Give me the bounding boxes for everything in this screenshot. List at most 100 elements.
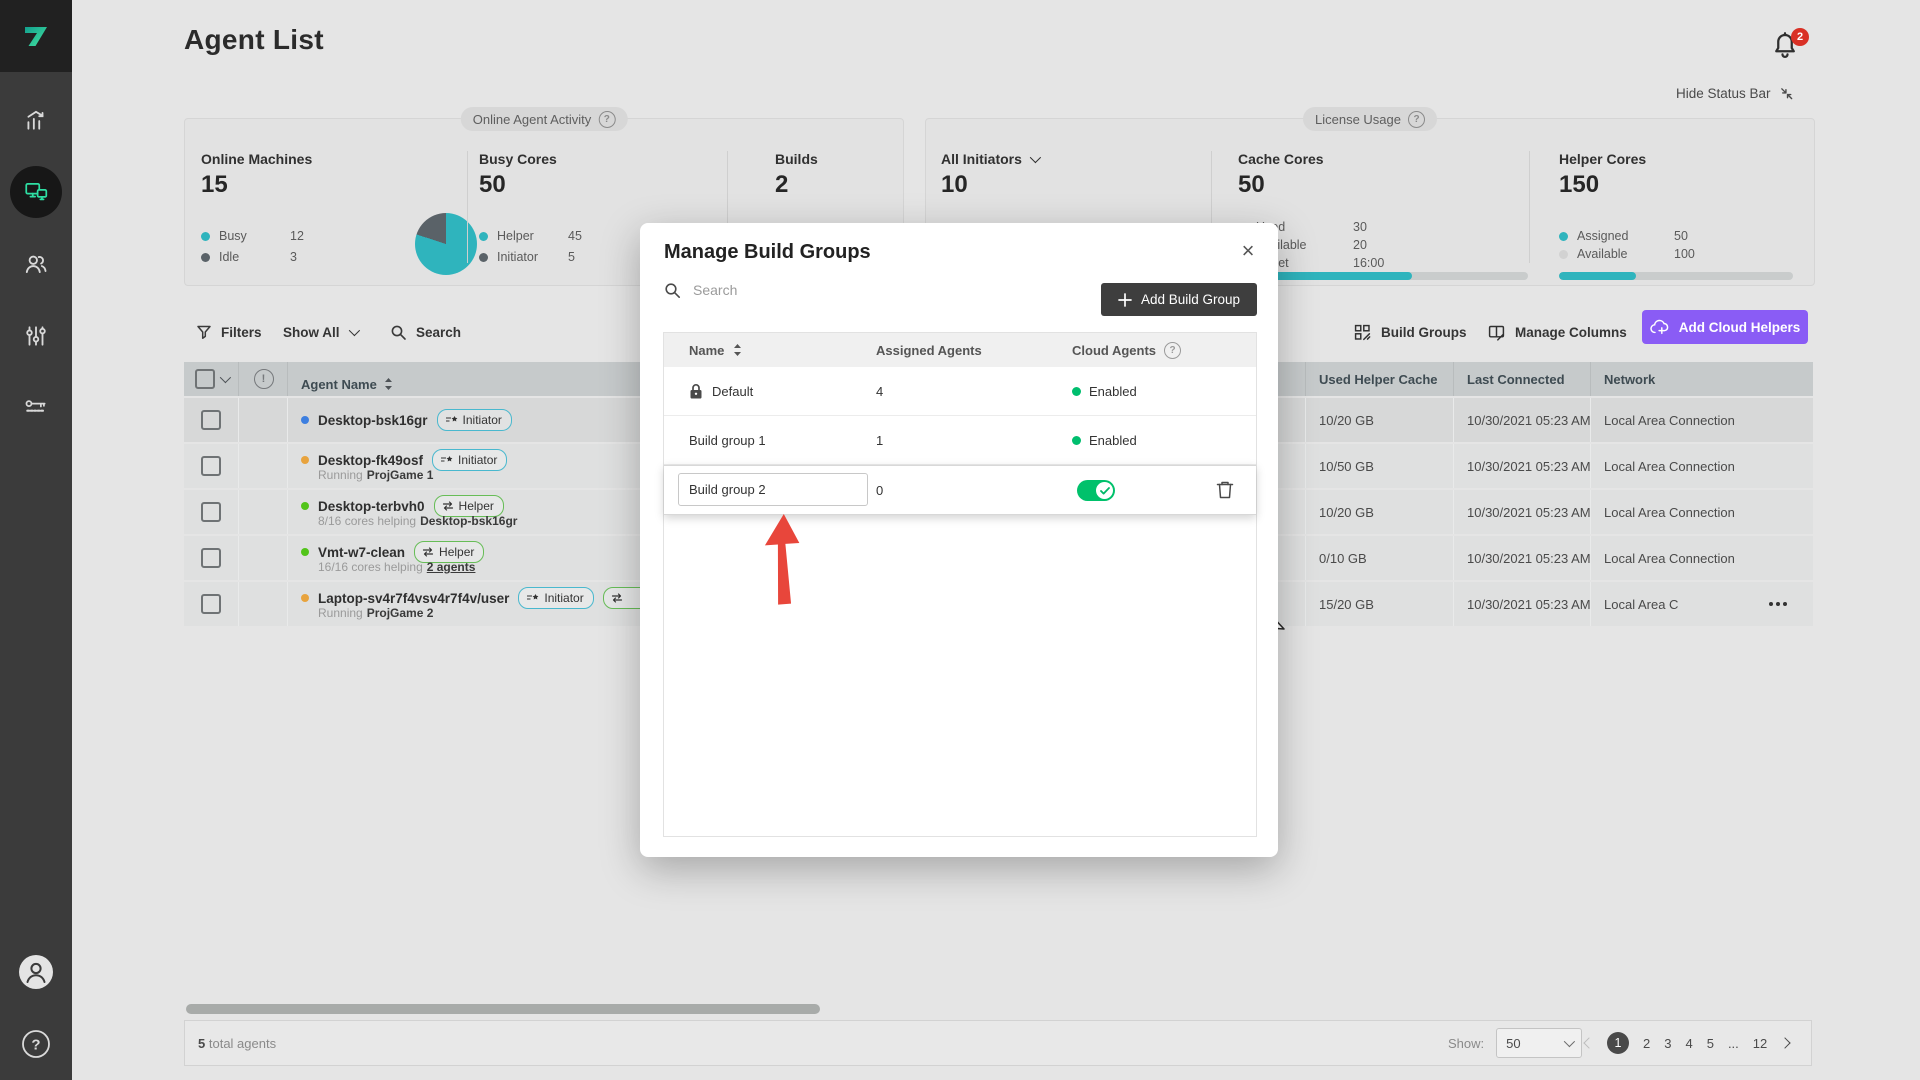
online-machines-label: Online Machines (201, 151, 312, 167)
last-connected-header[interactable]: Last Connected (1453, 362, 1591, 396)
manage-columns-button[interactable]: Manage Columns (1487, 318, 1627, 346)
legend-hc-available: Available 100 (1559, 247, 1695, 261)
hide-status-bar-button[interactable]: Hide Status Bar (1676, 86, 1794, 101)
assigned-agents-header[interactable]: Assigned Agents (876, 333, 982, 367)
next-page-button[interactable] (1780, 1037, 1791, 1048)
helper-badge-icon (422, 547, 434, 557)
page-button[interactable]: 4 (1685, 1036, 1692, 1051)
used-helper-cache-cell: 10/50 GB (1305, 444, 1454, 488)
builds-value: 2 (775, 171, 788, 199)
question-icon[interactable] (1164, 342, 1181, 359)
trash-icon[interactable] (1214, 479, 1236, 501)
row-checkbox[interactable] (201, 456, 221, 476)
name-header[interactable]: Name (689, 343, 724, 358)
manage-columns-icon (1487, 323, 1506, 342)
row-checkbox[interactable] (201, 410, 221, 430)
filters-button[interactable]: Filters (196, 318, 262, 346)
helper-badge-icon (611, 593, 623, 603)
sort-icon[interactable] (384, 377, 393, 391)
prev-page-button[interactable] (1583, 1037, 1594, 1048)
status-dot (301, 416, 309, 424)
busy-cores-label: Busy Cores (479, 151, 557, 167)
enabled-dot (1072, 387, 1081, 396)
helper-cores-label: Helper Cores (1559, 151, 1646, 167)
build-group-name-input[interactable] (678, 473, 868, 506)
page-size-select[interactable]: 50 (1496, 1028, 1582, 1058)
build-groups-button[interactable]: Build Groups (1353, 318, 1467, 346)
build-group-row-editing[interactable]: 0 (664, 465, 1256, 515)
help-icon[interactable]: ? (0, 1022, 72, 1066)
initiator-badge-icon (440, 455, 453, 466)
agent-name: Desktop-fk49osf (318, 453, 423, 468)
alert-column-icon[interactable] (254, 369, 274, 389)
last-connected-cell: 10/30/2021 05:23 AM (1453, 536, 1591, 580)
agents-link[interactable]: 2 agents (427, 560, 476, 574)
chevron-down-icon (348, 325, 359, 336)
modal-search[interactable] (664, 281, 955, 299)
page-button[interactable]: 2 (1643, 1036, 1650, 1051)
page-button[interactable]: 5 (1707, 1036, 1714, 1051)
cache-progress-bar (1238, 272, 1528, 280)
toggle-check-icon (1100, 487, 1110, 495)
license-key-icon[interactable] (0, 386, 72, 430)
add-build-group-button[interactable]: Add Build Group (1101, 283, 1257, 316)
last-connected-cell: 10/30/2021 05:23 AM (1453, 490, 1591, 534)
cloud-agents-toggle[interactable] (1077, 480, 1115, 501)
table-footer: 5 total agents Show: 50 1 2 3 4 5 ... 12 (184, 1020, 1812, 1066)
network-cell: Local Area C (1590, 582, 1813, 626)
notifications-button[interactable]: 2 (1770, 28, 1814, 72)
build-group-name: Default (712, 384, 753, 399)
search-icon (390, 324, 407, 341)
show-all-dropdown[interactable]: Show All (283, 318, 357, 346)
page-button[interactable]: 3 (1664, 1036, 1671, 1051)
row-checkbox[interactable] (201, 502, 221, 522)
network-cell: Local Area Connection (1590, 444, 1813, 488)
horizontal-scrollbar[interactable] (186, 1004, 820, 1014)
status-dot (301, 548, 309, 556)
analytics-icon[interactable] (0, 98, 72, 142)
row-more-button[interactable] (1769, 602, 1787, 606)
initiator-badge-icon (526, 593, 539, 604)
network-cell: Local Area Connection (1590, 536, 1813, 580)
used-helper-cache-cell: 10/20 GB (1305, 490, 1454, 534)
logo-icon[interactable] (0, 0, 72, 72)
sort-icon[interactable] (733, 343, 742, 357)
sliders-icon[interactable] (0, 314, 72, 358)
cloud-agents-header[interactable]: Cloud Agents (1072, 343, 1156, 358)
chevron-down-icon[interactable] (219, 372, 230, 383)
network-header[interactable]: Network (1590, 362, 1813, 396)
avatar-icon[interactable] (0, 950, 72, 994)
chevron-down-icon (1564, 1036, 1575, 1047)
notification-badge: 2 (1791, 28, 1809, 46)
agent-name-header[interactable]: Agent Name (301, 377, 377, 392)
pagination-ellipsis: ... (1728, 1036, 1739, 1051)
page-button-current[interactable]: 1 (1607, 1032, 1629, 1054)
lock-icon (689, 383, 703, 400)
plus-icon (1118, 293, 1132, 307)
cache-cores-label: Cache Cores (1238, 151, 1324, 167)
close-icon[interactable] (1234, 237, 1262, 265)
users-icon[interactable] (0, 242, 72, 286)
build-group-row[interactable]: Build group 1 1 Enabled (664, 416, 1256, 465)
agents-icon[interactable] (10, 166, 62, 218)
modal-title: Manage Build Groups (664, 241, 871, 264)
sidebar: ? (0, 0, 72, 1080)
used-helper-cache-cell: 10/20 GB (1305, 398, 1454, 442)
modal-search-input[interactable] (691, 281, 955, 299)
all-initiators-dropdown[interactable]: All Initiators (941, 151, 1038, 167)
assigned-agents-value: 4 (876, 367, 883, 415)
build-group-row[interactable]: Default 4 Enabled (664, 367, 1256, 416)
row-checkbox[interactable] (201, 548, 221, 568)
status-dot (301, 502, 309, 510)
chevron-down-icon (1030, 152, 1041, 163)
page-title: Agent List (184, 24, 324, 56)
used-helper-cache-header[interactable]: Used Helper Cache (1305, 362, 1454, 396)
legend-hc-assigned: Assigned 50 (1559, 229, 1688, 243)
page-button-last[interactable]: 12 (1753, 1036, 1767, 1051)
add-cloud-helpers-button[interactable]: Add Cloud Helpers (1642, 310, 1808, 344)
network-cell: Local Area Connection (1590, 490, 1813, 534)
table-search-button[interactable]: Search (390, 318, 461, 346)
row-checkbox[interactable] (201, 594, 221, 614)
builds-label: Builds (775, 151, 818, 167)
select-all-checkbox[interactable] (195, 369, 215, 389)
